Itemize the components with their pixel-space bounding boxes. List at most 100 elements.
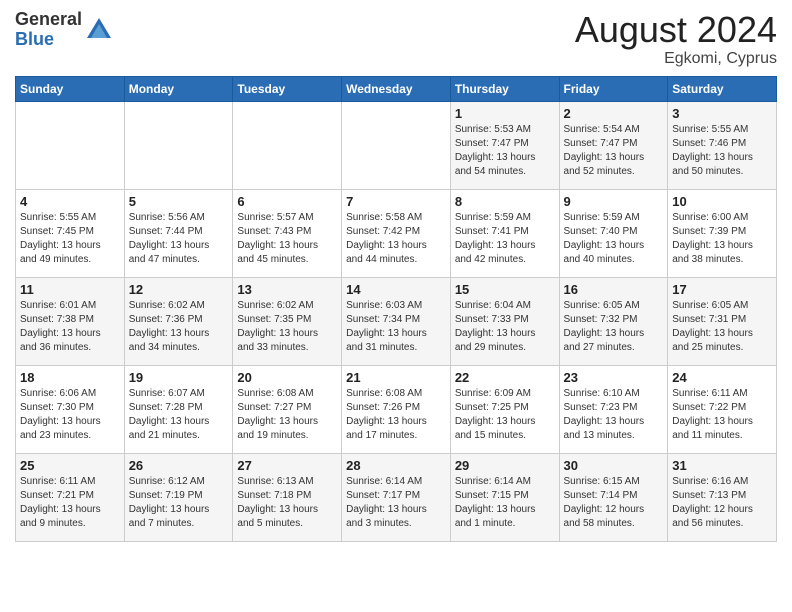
table-row: 8 Sunrise: 5:59 AM Sunset: 7:41 PM Daylig… <box>450 189 559 277</box>
day-number: 28 <box>346 458 446 473</box>
day-detail: Sunrise: 6:05 AM Sunset: 7:32 PM Dayligh… <box>564 299 664 355</box>
calendar-week-1: 1 Sunrise: 5:53 AM Sunset: 7:47 PM Daylig… <box>16 101 777 189</box>
calendar-week-3: 11 Sunrise: 6:01 AM Sunset: 7:38 PM Dayli… <box>16 277 777 365</box>
day-number: 12 <box>129 282 229 297</box>
day-detail: Sunrise: 6:12 AM Sunset: 7:19 PM Dayligh… <box>129 475 229 531</box>
day-number: 27 <box>237 458 337 473</box>
table-row: 1 Sunrise: 5:53 AM Sunset: 7:47 PM Daylig… <box>450 101 559 189</box>
day-number: 17 <box>672 282 772 297</box>
table-row: 28 Sunrise: 6:14 AM Sunset: 7:17 PM Dayli… <box>342 453 451 541</box>
calendar-table: Sunday Monday Tuesday Wednesday Thursday… <box>15 76 777 542</box>
day-detail: Sunrise: 6:08 AM Sunset: 7:26 PM Dayligh… <box>346 387 446 443</box>
table-row: 9 Sunrise: 5:59 AM Sunset: 7:40 PM Daylig… <box>559 189 668 277</box>
day-detail: Sunrise: 5:55 AM Sunset: 7:46 PM Dayligh… <box>672 123 772 179</box>
day-detail: Sunrise: 6:05 AM Sunset: 7:31 PM Dayligh… <box>672 299 772 355</box>
day-detail: Sunrise: 6:01 AM Sunset: 7:38 PM Dayligh… <box>20 299 120 355</box>
day-detail: Sunrise: 6:14 AM Sunset: 7:15 PM Dayligh… <box>455 475 555 531</box>
calendar-header-row: Sunday Monday Tuesday Wednesday Thursday… <box>16 76 777 101</box>
table-row: 13Sunrise: 6:02 AM Sunset: 7:35 PM Dayli… <box>233 277 342 365</box>
day-number: 9 <box>564 194 664 209</box>
day-number: 13 <box>237 282 337 297</box>
header-thursday: Thursday <box>450 76 559 101</box>
day-number: 3 <box>672 106 772 121</box>
day-number: 1 <box>455 106 555 121</box>
day-detail: Sunrise: 5:56 AM Sunset: 7:44 PM Dayligh… <box>129 211 229 267</box>
table-row <box>16 101 125 189</box>
table-row: 10 Sunrise: 6:00 AM Sunset: 7:39 PM Dayli… <box>668 189 777 277</box>
table-row: 30 Sunrise: 6:15 AM Sunset: 7:14 PM Dayli… <box>559 453 668 541</box>
table-row <box>233 101 342 189</box>
day-detail: Sunrise: 6:10 AM Sunset: 7:23 PM Dayligh… <box>564 387 664 443</box>
day-detail: Sunrise: 6:08 AM Sunset: 7:27 PM Dayligh… <box>237 387 337 443</box>
table-row: 6Sunrise: 5:57 AM Sunset: 7:43 PM Daylig… <box>233 189 342 277</box>
day-detail: Sunrise: 5:54 AM Sunset: 7:47 PM Dayligh… <box>564 123 664 179</box>
day-detail: Sunrise: 6:06 AM Sunset: 7:30 PM Dayligh… <box>20 387 120 443</box>
day-detail: Sunrise: 6:04 AM Sunset: 7:33 PM Dayligh… <box>455 299 555 355</box>
month-year-title: August 2024 <box>575 10 777 50</box>
day-detail: Sunrise: 6:11 AM Sunset: 7:22 PM Dayligh… <box>672 387 772 443</box>
day-detail: Sunrise: 6:00 AM Sunset: 7:39 PM Dayligh… <box>672 211 772 267</box>
day-number: 22 <box>455 370 555 385</box>
day-detail: Sunrise: 5:55 AM Sunset: 7:45 PM Dayligh… <box>20 211 120 267</box>
day-detail: Sunrise: 6:02 AM Sunset: 7:36 PM Dayligh… <box>129 299 229 355</box>
table-row: 26 Sunrise: 6:12 AM Sunset: 7:19 PM Dayli… <box>124 453 233 541</box>
day-detail: Sunrise: 5:59 AM Sunset: 7:40 PM Dayligh… <box>564 211 664 267</box>
header-wednesday: Wednesday <box>342 76 451 101</box>
table-row: 2 Sunrise: 5:54 AM Sunset: 7:47 PM Daylig… <box>559 101 668 189</box>
day-number: 23 <box>564 370 664 385</box>
table-row: 24 Sunrise: 6:11 AM Sunset: 7:22 PM Dayli… <box>668 365 777 453</box>
day-number: 30 <box>564 458 664 473</box>
day-detail: Sunrise: 5:53 AM Sunset: 7:47 PM Dayligh… <box>455 123 555 179</box>
day-detail: Sunrise: 6:13 AM Sunset: 7:18 PM Dayligh… <box>237 475 337 531</box>
table-row: 22 Sunrise: 6:09 AM Sunset: 7:25 PM Dayli… <box>450 365 559 453</box>
day-detail: Sunrise: 6:07 AM Sunset: 7:28 PM Dayligh… <box>129 387 229 443</box>
day-number: 21 <box>346 370 446 385</box>
header-saturday: Saturday <box>668 76 777 101</box>
day-number: 5 <box>129 194 229 209</box>
calendar-week-4: 18Sunrise: 6:06 AM Sunset: 7:30 PM Dayli… <box>16 365 777 453</box>
header-tuesday: Tuesday <box>233 76 342 101</box>
day-number: 19 <box>129 370 229 385</box>
day-detail: Sunrise: 6:15 AM Sunset: 7:14 PM Dayligh… <box>564 475 664 531</box>
header-sunday: Sunday <box>16 76 125 101</box>
logo-blue-text: Blue <box>15 30 82 50</box>
table-row: 3 Sunrise: 5:55 AM Sunset: 7:46 PM Daylig… <box>668 101 777 189</box>
day-detail: Sunrise: 5:59 AM Sunset: 7:41 PM Dayligh… <box>455 211 555 267</box>
day-detail: Sunrise: 6:14 AM Sunset: 7:17 PM Dayligh… <box>346 475 446 531</box>
table-row: 23 Sunrise: 6:10 AM Sunset: 7:23 PM Dayli… <box>559 365 668 453</box>
logo-general-text: General <box>15 10 82 30</box>
calendar-week-2: 4 Sunrise: 5:55 AM Sunset: 7:45 PM Daylig… <box>16 189 777 277</box>
day-detail: Sunrise: 6:11 AM Sunset: 7:21 PM Dayligh… <box>20 475 120 531</box>
day-number: 31 <box>672 458 772 473</box>
location-subtitle: Egkomi, Cyprus <box>575 50 777 68</box>
header: General Blue August 2024 Egkomi, Cyprus <box>15 10 777 68</box>
table-row: 14Sunrise: 6:03 AM Sunset: 7:34 PM Dayli… <box>342 277 451 365</box>
table-row: 5 Sunrise: 5:56 AM Sunset: 7:44 PM Daylig… <box>124 189 233 277</box>
table-row: 4 Sunrise: 5:55 AM Sunset: 7:45 PM Daylig… <box>16 189 125 277</box>
table-row: 15Sunrise: 6:04 AM Sunset: 7:33 PM Dayli… <box>450 277 559 365</box>
day-number: 10 <box>672 194 772 209</box>
day-number: 6 <box>237 194 337 209</box>
table-row <box>124 101 233 189</box>
day-number: 24 <box>672 370 772 385</box>
table-row: 21 Sunrise: 6:08 AM Sunset: 7:26 PM Dayli… <box>342 365 451 453</box>
logo: General Blue <box>15 10 113 50</box>
table-row: 11 Sunrise: 6:01 AM Sunset: 7:38 PM Dayli… <box>16 277 125 365</box>
table-row: 12 Sunrise: 6:02 AM Sunset: 7:36 PM Dayli… <box>124 277 233 365</box>
day-number: 8 <box>455 194 555 209</box>
day-number: 29 <box>455 458 555 473</box>
day-number: 20 <box>237 370 337 385</box>
day-detail: Sunrise: 6:09 AM Sunset: 7:25 PM Dayligh… <box>455 387 555 443</box>
table-row: 27 Sunrise: 6:13 AM Sunset: 7:18 PM Dayli… <box>233 453 342 541</box>
title-area: August 2024 Egkomi, Cyprus <box>575 10 777 68</box>
day-number: 11 <box>20 282 120 297</box>
table-row: 17 Sunrise: 6:05 AM Sunset: 7:31 PM Dayli… <box>668 277 777 365</box>
day-number: 4 <box>20 194 120 209</box>
header-friday: Friday <box>559 76 668 101</box>
table-row: 19 Sunrise: 6:07 AM Sunset: 7:28 PM Dayli… <box>124 365 233 453</box>
day-detail: Sunrise: 6:03 AM Sunset: 7:34 PM Dayligh… <box>346 299 446 355</box>
day-number: 26 <box>129 458 229 473</box>
day-number: 2 <box>564 106 664 121</box>
day-number: 16 <box>564 282 664 297</box>
calendar-week-5: 25Sunrise: 6:11 AM Sunset: 7:21 PM Dayli… <box>16 453 777 541</box>
